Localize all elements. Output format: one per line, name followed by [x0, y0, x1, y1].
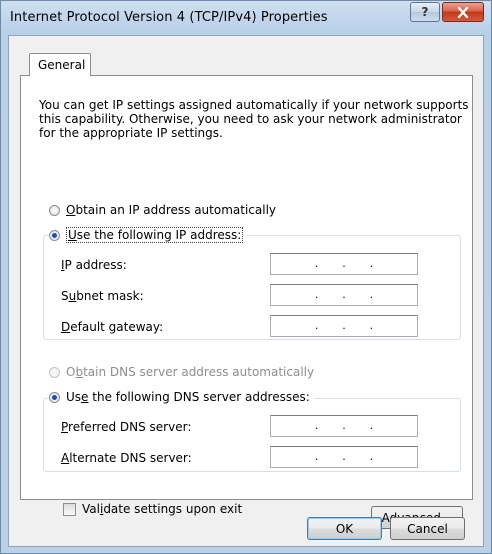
window-title: Internet Protocol Version 4 (TCP/IPv4) P… — [10, 10, 328, 25]
obtain-ip-auto-radio-button[interactable] — [49, 204, 60, 216]
use-following-dns-label: Use the following DNS server addresses: — [66, 390, 310, 404]
obtain-ip-auto-label: Obtain an IP address automatically — [66, 203, 277, 217]
dialog-window: Internet Protocol Version 4 (TCP/IPv4) P… — [0, 0, 492, 554]
subnet-mask-input[interactable]: ... — [270, 284, 418, 306]
help-button[interactable]: ? — [410, 2, 440, 22]
default-gateway-input[interactable]: ... — [270, 315, 418, 337]
ip-address-label: IP address: — [61, 258, 127, 272]
alternate-dns-input[interactable]: ... — [270, 446, 418, 468]
use-following-dns-radio[interactable]: Use the following DNS server addresses: — [49, 390, 314, 404]
cancel-button[interactable]: Cancel — [390, 517, 465, 540]
general-tab-panel: You can get IP settings assigned automat… — [20, 75, 473, 529]
dialog-client-area: General You can get IP settings assigned… — [8, 35, 484, 547]
tab-general-label: General — [38, 58, 86, 72]
preferred-dns-input[interactable]: ... — [270, 415, 418, 437]
use-following-ip-label: Use the following IP address: — [66, 227, 244, 243]
default-gateway-label: Default gateway: — [61, 320, 164, 334]
preferred-dns-label: Preferred DNS server: — [61, 420, 192, 434]
help-icon: ? — [421, 5, 429, 19]
use-following-ip-radio[interactable]: Use the following IP address: — [49, 227, 248, 243]
close-button[interactable] — [442, 2, 484, 22]
ip-address-input[interactable]: ... — [270, 253, 418, 275]
alternate-dns-label: Alternate DNS server: — [61, 451, 192, 465]
validate-settings-label: Validate settings upon exit — [82, 502, 243, 516]
close-icon — [457, 6, 469, 18]
obtain-dns-auto-radio-button[interactable] — [49, 366, 60, 378]
obtain-dns-auto-label: Obtain DNS server address automatically — [66, 365, 315, 379]
ok-button[interactable]: OK — [307, 517, 382, 540]
obtain-dns-auto-radio[interactable]: Obtain DNS server address automatically — [49, 365, 319, 379]
tab-general[interactable]: General — [29, 53, 91, 76]
ok-button-label: OK — [335, 521, 354, 536]
description-text: You can get IP settings assigned automat… — [39, 98, 469, 140]
use-following-ip-radio-button[interactable] — [49, 229, 60, 241]
cancel-button-label: Cancel — [407, 521, 448, 536]
use-following-dns-radio-button[interactable] — [49, 391, 60, 403]
subnet-mask-label: Subnet mask: — [61, 289, 144, 303]
obtain-ip-auto-radio[interactable]: Obtain an IP address automatically — [49, 203, 281, 217]
validate-settings-checkbox[interactable] — [63, 503, 76, 516]
title-bar[interactable]: Internet Protocol Version 4 (TCP/IPv4) P… — [1, 1, 491, 35]
